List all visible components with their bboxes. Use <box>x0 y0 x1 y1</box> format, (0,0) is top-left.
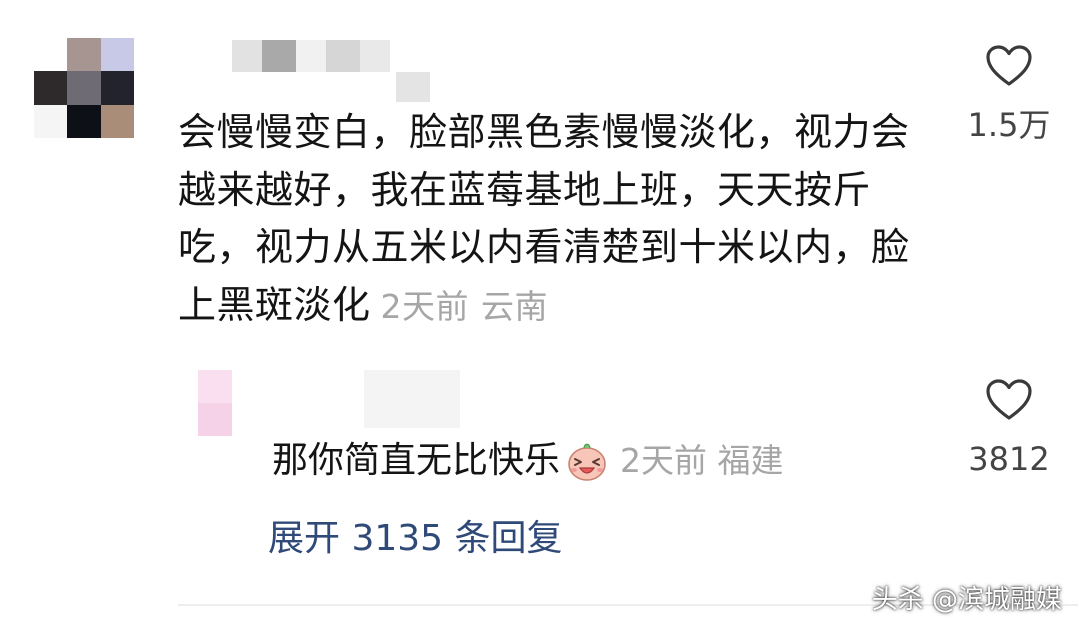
avatar-mosaic-cell <box>34 104 68 138</box>
avatar-mosaic-cell <box>67 104 101 138</box>
comment-like-button[interactable]: 1.5万 <box>954 44 1064 144</box>
reply-meta: 2天前 福建 <box>620 438 784 484</box>
comment-line: 越来越好，我在蓝莓基地上班，天天按斤 <box>178 167 872 212</box>
avatar-mosaic-cell <box>34 38 68 72</box>
avatar-mosaic-cell <box>67 71 101 105</box>
comment-like-count: 1.5万 <box>967 106 1051 144</box>
avatar-mosaic-cell <box>100 104 134 138</box>
commenter-avatar[interactable] <box>34 38 134 138</box>
heart-outline-icon[interactable] <box>985 44 1033 88</box>
reply-time: 2天前 <box>620 441 708 480</box>
comment-text[interactable]: 会慢慢变白，脸部黑色素慢慢淡化，视力会 越来越好，我在蓝莓基地上班，天天按斤 吃… <box>178 104 948 335</box>
reply-like-button[interactable]: 3812 <box>954 378 1064 478</box>
comment-line: 会慢慢变白，脸部黑色素慢慢淡化，视力会 <box>178 110 910 154</box>
avatar-mosaic-cell <box>100 38 134 72</box>
comment-line: 吃，视力从五米以内看清楚到十米以内，脸 <box>178 225 910 269</box>
reply-text-row[interactable]: 那你简直无比快乐 2天前 福建 <box>272 438 784 484</box>
commenter-username-blurred-tail <box>396 72 430 102</box>
reply-like-count: 3812 <box>968 440 1050 478</box>
comment-last-line: 上黑斑淡化 2天前 云南 <box>178 277 948 336</box>
comment-time: 2天前 <box>380 286 470 326</box>
laughing-face-emoji-icon <box>568 443 606 481</box>
replier-username-blurred[interactable] <box>364 370 460 428</box>
avatar-mosaic-cell <box>198 370 232 403</box>
avatar-mosaic-cell <box>34 71 68 105</box>
comment-line: 上黑斑淡化 <box>178 282 371 327</box>
reply-location: 福建 <box>717 441 784 480</box>
heart-outline-icon[interactable] <box>985 378 1033 422</box>
avatar-mosaic-cell <box>67 38 101 72</box>
avatar-mosaic-cell <box>100 71 134 105</box>
comment-location: 云南 <box>481 286 549 326</box>
avatar-mosaic-cell <box>198 403 232 436</box>
reply-text: 那你简直无比快乐 <box>272 440 561 481</box>
comment-meta: 2天前 云南 <box>381 287 549 326</box>
replier-avatar[interactable] <box>198 370 232 436</box>
expand-replies-link[interactable]: 展开 3135 条回复 <box>268 516 563 562</box>
commenter-username-blurred[interactable] <box>232 40 390 72</box>
watermark: 头杀 @滨城融媒 <box>871 585 1062 615</box>
